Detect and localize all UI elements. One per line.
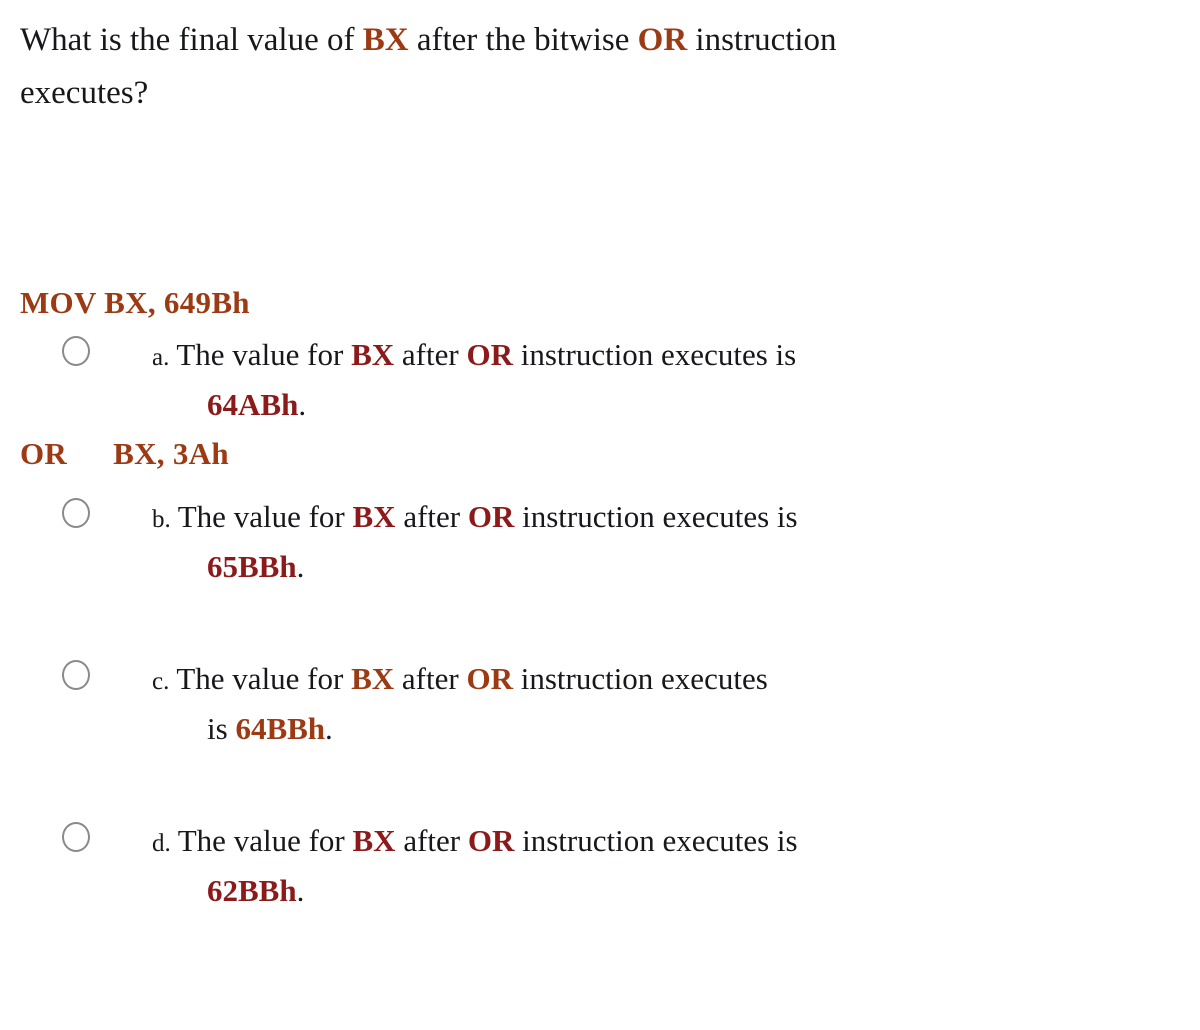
radio-button-b[interactable]	[62, 498, 90, 528]
option-d-text-2: after	[395, 823, 468, 858]
option-a-letter: a.	[152, 344, 170, 371]
option-row-a[interactable]: a. The value for BX after OR instruction …	[0, 330, 1200, 448]
question-stem: What is the final value of BX after the …	[20, 14, 1145, 121]
option-a-text-2: after	[394, 337, 467, 372]
option-a-text-1: The value for	[176, 337, 352, 372]
option-c-keyword-or: OR	[466, 661, 513, 696]
option-d-keyword-bx: BX	[352, 823, 396, 858]
option-b-line-1: b. The value for BX after OR instruction …	[152, 492, 1052, 542]
option-body-c: c. The value for BX after OR instruction …	[152, 654, 1052, 754]
option-b-text-1: The value for	[177, 499, 353, 534]
option-b-text-2: after	[395, 499, 468, 534]
radio-button-a[interactable]	[62, 336, 90, 366]
option-d-value: 62BBh	[207, 873, 297, 909]
option-a-keyword-bx: BX	[351, 337, 395, 372]
question-keyword-or: OR	[637, 22, 688, 58]
answer-options-list: a. The value for BX after OR instruction …	[0, 330, 1200, 978]
option-c-text-2: after	[394, 661, 467, 696]
option-body-b: b. The value for BX after OR instruction …	[152, 492, 1052, 592]
option-c-line-1: c. The value for BX after OR instruction …	[152, 654, 1052, 704]
question-text-line-2: executes?	[20, 75, 149, 112]
code-line-mov: MOV BX, 649Bh	[20, 285, 250, 321]
question-text-part-1: What is the final value of	[20, 22, 363, 58]
option-a-line-2: 64ABh.	[152, 380, 1052, 430]
option-c-letter: c.	[152, 668, 170, 695]
option-a-text-3: instruction executes is	[512, 337, 797, 372]
question-text-part-2: after the bitwise	[408, 22, 638, 58]
option-body-d: d. The value for BX after OR instruction …	[152, 816, 1052, 916]
option-a-value: 64ABh	[207, 387, 299, 423]
option-d-text-1: The value for	[177, 823, 353, 858]
option-b-period: .	[296, 549, 305, 585]
option-c-line-2: is 64BBh.	[152, 704, 1052, 754]
option-a-period: .	[298, 387, 307, 423]
question-keyword-bx: BX	[362, 22, 409, 58]
option-c-text-1: The value for	[176, 661, 352, 696]
option-c-text-4: is	[207, 711, 236, 747]
question-text-part-3: instruction	[687, 22, 837, 58]
option-c-keyword-bx: BX	[351, 661, 395, 696]
option-d-letter: d.	[152, 830, 171, 857]
option-c-period: .	[325, 711, 333, 747]
radio-button-c[interactable]	[62, 660, 90, 690]
option-d-keyword-or: OR	[467, 823, 515, 858]
option-body-a: a. The value for BX after OR instruction …	[152, 330, 1052, 430]
option-a-line-1: a. The value for BX after OR instruction …	[152, 330, 1052, 380]
option-b-keyword-or: OR	[467, 499, 515, 534]
option-c-value: 64BBh	[235, 711, 326, 747]
option-d-text-3: instruction executes is	[514, 823, 798, 858]
option-c-text-3: instruction executes	[512, 661, 768, 696]
option-b-text-3: instruction executes is	[514, 499, 798, 534]
option-b-keyword-bx: BX	[352, 499, 396, 534]
option-d-period: .	[296, 873, 305, 909]
option-a-keyword-or: OR	[466, 337, 513, 372]
question-page: What is the final value of BX after the …	[0, 0, 1200, 1030]
radio-button-d[interactable]	[62, 822, 90, 852]
option-b-letter: b.	[152, 506, 171, 533]
option-b-value: 65BBh	[207, 549, 297, 585]
option-row-c[interactable]: c. The value for BX after OR instruction …	[0, 654, 1200, 772]
option-row-b[interactable]: b. The value for BX after OR instruction …	[0, 492, 1200, 610]
option-d-line-2: 62BBh.	[152, 866, 1052, 916]
option-row-d[interactable]: d. The value for BX after OR instruction …	[0, 816, 1200, 934]
option-d-line-1: d. The value for BX after OR instruction …	[152, 816, 1052, 866]
option-b-line-2: 65BBh.	[152, 542, 1052, 592]
